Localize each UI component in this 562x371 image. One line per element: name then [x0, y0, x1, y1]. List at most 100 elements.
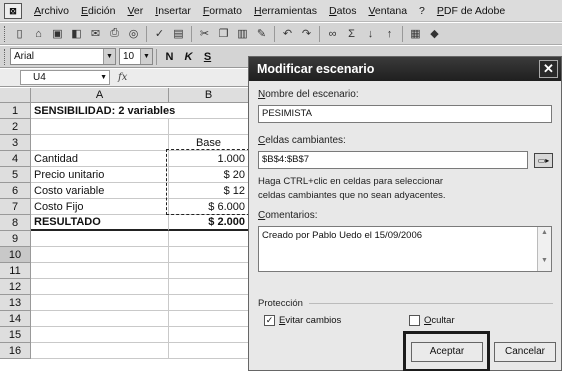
- row-header[interactable]: 11: [0, 263, 31, 279]
- row-header-selected[interactable]: 10: [0, 247, 31, 263]
- cell-a8[interactable]: RESULTADO: [31, 215, 169, 231]
- cell-a14[interactable]: [31, 311, 169, 327]
- collapse-dialog-button[interactable]: ▭▸: [534, 153, 553, 168]
- row-header[interactable]: 6: [0, 183, 31, 199]
- cell-a2[interactable]: [31, 119, 169, 135]
- menu-formato[interactable]: Formato: [197, 5, 248, 17]
- cell-b2[interactable]: [169, 119, 249, 135]
- cell-a10[interactable]: [31, 247, 169, 263]
- excel-doc-icon[interactable]: ⊠: [4, 2, 22, 19]
- permission-icon[interactable]: ◧: [68, 26, 85, 42]
- print-preview-icon[interactable]: ◎: [125, 26, 142, 42]
- column-header-b[interactable]: B: [169, 88, 249, 103]
- menu-ventana[interactable]: Ventana: [362, 5, 413, 17]
- drawing-icon[interactable]: ◆: [426, 26, 443, 42]
- font-name-combo[interactable]: Arial ▼: [10, 48, 116, 65]
- menu-archivo[interactable]: Archivo: [28, 5, 75, 17]
- cell-b14[interactable]: [169, 311, 249, 327]
- format-painter-icon[interactable]: ✎: [253, 26, 270, 42]
- row-header[interactable]: 2: [0, 119, 31, 135]
- row-header[interactable]: 16: [0, 343, 31, 359]
- menu-datos[interactable]: Datos: [323, 5, 362, 17]
- cell-b10[interactable]: [169, 247, 249, 263]
- row-header[interactable]: 9: [0, 231, 31, 247]
- redo-icon[interactable]: ↷: [298, 26, 315, 42]
- cell-a15[interactable]: [31, 327, 169, 343]
- prevent-changes-checkbox[interactable]: ✓ Evitar cambios: [264, 315, 341, 326]
- scroll-up-icon[interactable]: ▲: [538, 229, 551, 241]
- cell-b12[interactable]: [169, 279, 249, 295]
- comments-scrollbar[interactable]: ▲ ▼: [537, 227, 551, 271]
- row-header[interactable]: 7: [0, 199, 31, 215]
- sort-desc-icon[interactable]: ↑: [381, 26, 398, 42]
- scenario-name-input[interactable]: PESIMISTA: [258, 105, 552, 123]
- chart-icon[interactable]: ▦: [407, 26, 424, 42]
- select-all-corner[interactable]: [0, 88, 31, 103]
- comments-textarea[interactable]: Creado por Pablo Uedo el 15/09/2006 ▲ ▼: [258, 226, 552, 272]
- row-header[interactable]: 12: [0, 279, 31, 295]
- fx-icon[interactable]: fx: [118, 72, 127, 83]
- row-header[interactable]: 3: [0, 135, 31, 151]
- chevron-down-icon[interactable]: ▼: [140, 49, 152, 64]
- row-header[interactable]: 13: [0, 295, 31, 311]
- underline-button[interactable]: S: [200, 51, 215, 63]
- copy-icon[interactable]: ❐: [215, 26, 232, 42]
- toolbar-grip[interactable]: [4, 48, 7, 65]
- menu-help[interactable]: ?: [413, 5, 431, 17]
- cell-a13[interactable]: [31, 295, 169, 311]
- cell-b4[interactable]: 1.000: [169, 151, 249, 167]
- autosum-icon[interactable]: Σ: [343, 26, 360, 42]
- close-button[interactable]: ✕: [539, 60, 558, 78]
- cell-a9[interactable]: [31, 231, 169, 247]
- sort-asc-icon[interactable]: ↓: [362, 26, 379, 42]
- cell-a16[interactable]: [31, 343, 169, 359]
- menu-herramientas[interactable]: Herramientas: [248, 5, 323, 17]
- print-icon[interactable]: ⎙: [106, 26, 123, 42]
- cell-b9[interactable]: [169, 231, 249, 247]
- row-header[interactable]: 14: [0, 311, 31, 327]
- bold-button[interactable]: N: [162, 51, 177, 63]
- cell-a4[interactable]: Cantidad: [31, 151, 169, 167]
- paste-icon[interactable]: ▥: [234, 26, 251, 42]
- cancel-button[interactable]: Cancelar: [494, 342, 556, 362]
- menu-edicion[interactable]: Edición: [75, 5, 121, 17]
- cell-b11[interactable]: [169, 263, 249, 279]
- save-icon[interactable]: ▣: [49, 26, 66, 42]
- open-icon[interactable]: ⌂: [30, 26, 47, 42]
- row-header[interactable]: 15: [0, 327, 31, 343]
- ok-button[interactable]: Aceptar: [411, 342, 483, 362]
- cell-b13[interactable]: [169, 295, 249, 311]
- menu-ver[interactable]: Ver: [121, 5, 149, 17]
- font-size-combo[interactable]: 10 ▼: [119, 48, 153, 65]
- cell-a6[interactable]: Costo variable: [31, 183, 169, 199]
- undo-icon[interactable]: ↶: [279, 26, 296, 42]
- cell-a12[interactable]: [31, 279, 169, 295]
- scroll-down-icon[interactable]: ▼: [538, 257, 551, 269]
- cell-b7[interactable]: $ 6.000: [169, 199, 249, 215]
- new-icon[interactable]: ▯: [11, 26, 28, 42]
- cell-b8[interactable]: $ 2.000: [169, 215, 249, 231]
- cell-a5[interactable]: Precio unitario: [31, 167, 169, 183]
- row-header[interactable]: 4: [0, 151, 31, 167]
- cell-b16[interactable]: [169, 343, 249, 359]
- cell-a3[interactable]: [31, 135, 169, 151]
- dialog-titlebar[interactable]: Modificar escenario ✕: [249, 57, 561, 81]
- chevron-down-icon[interactable]: ▼: [100, 71, 107, 84]
- cell-b15[interactable]: [169, 327, 249, 343]
- menu-insertar[interactable]: Insertar: [149, 5, 197, 17]
- menu-pdf-adobe[interactable]: PDF de Adobe: [431, 5, 511, 17]
- research-icon[interactable]: ▤: [170, 26, 187, 42]
- row-header[interactable]: 1: [0, 103, 31, 119]
- row-header[interactable]: 5: [0, 167, 31, 183]
- spelling-icon[interactable]: ✓: [151, 26, 168, 42]
- name-box[interactable]: U4 ▼: [20, 70, 110, 85]
- cell-b6[interactable]: $ 12: [169, 183, 249, 199]
- cell-b3[interactable]: Base: [169, 135, 249, 151]
- cell-a11[interactable]: [31, 263, 169, 279]
- column-header-a[interactable]: A: [31, 88, 169, 103]
- mail-icon[interactable]: ✉: [87, 26, 104, 42]
- row-header[interactable]: 8: [0, 215, 31, 231]
- changing-cells-input[interactable]: $B$4:$B$7: [258, 151, 528, 169]
- cell-a1[interactable]: SENSIBILIDAD: 2 variables: [31, 103, 249, 119]
- hyperlink-icon[interactable]: ∞: [324, 26, 341, 42]
